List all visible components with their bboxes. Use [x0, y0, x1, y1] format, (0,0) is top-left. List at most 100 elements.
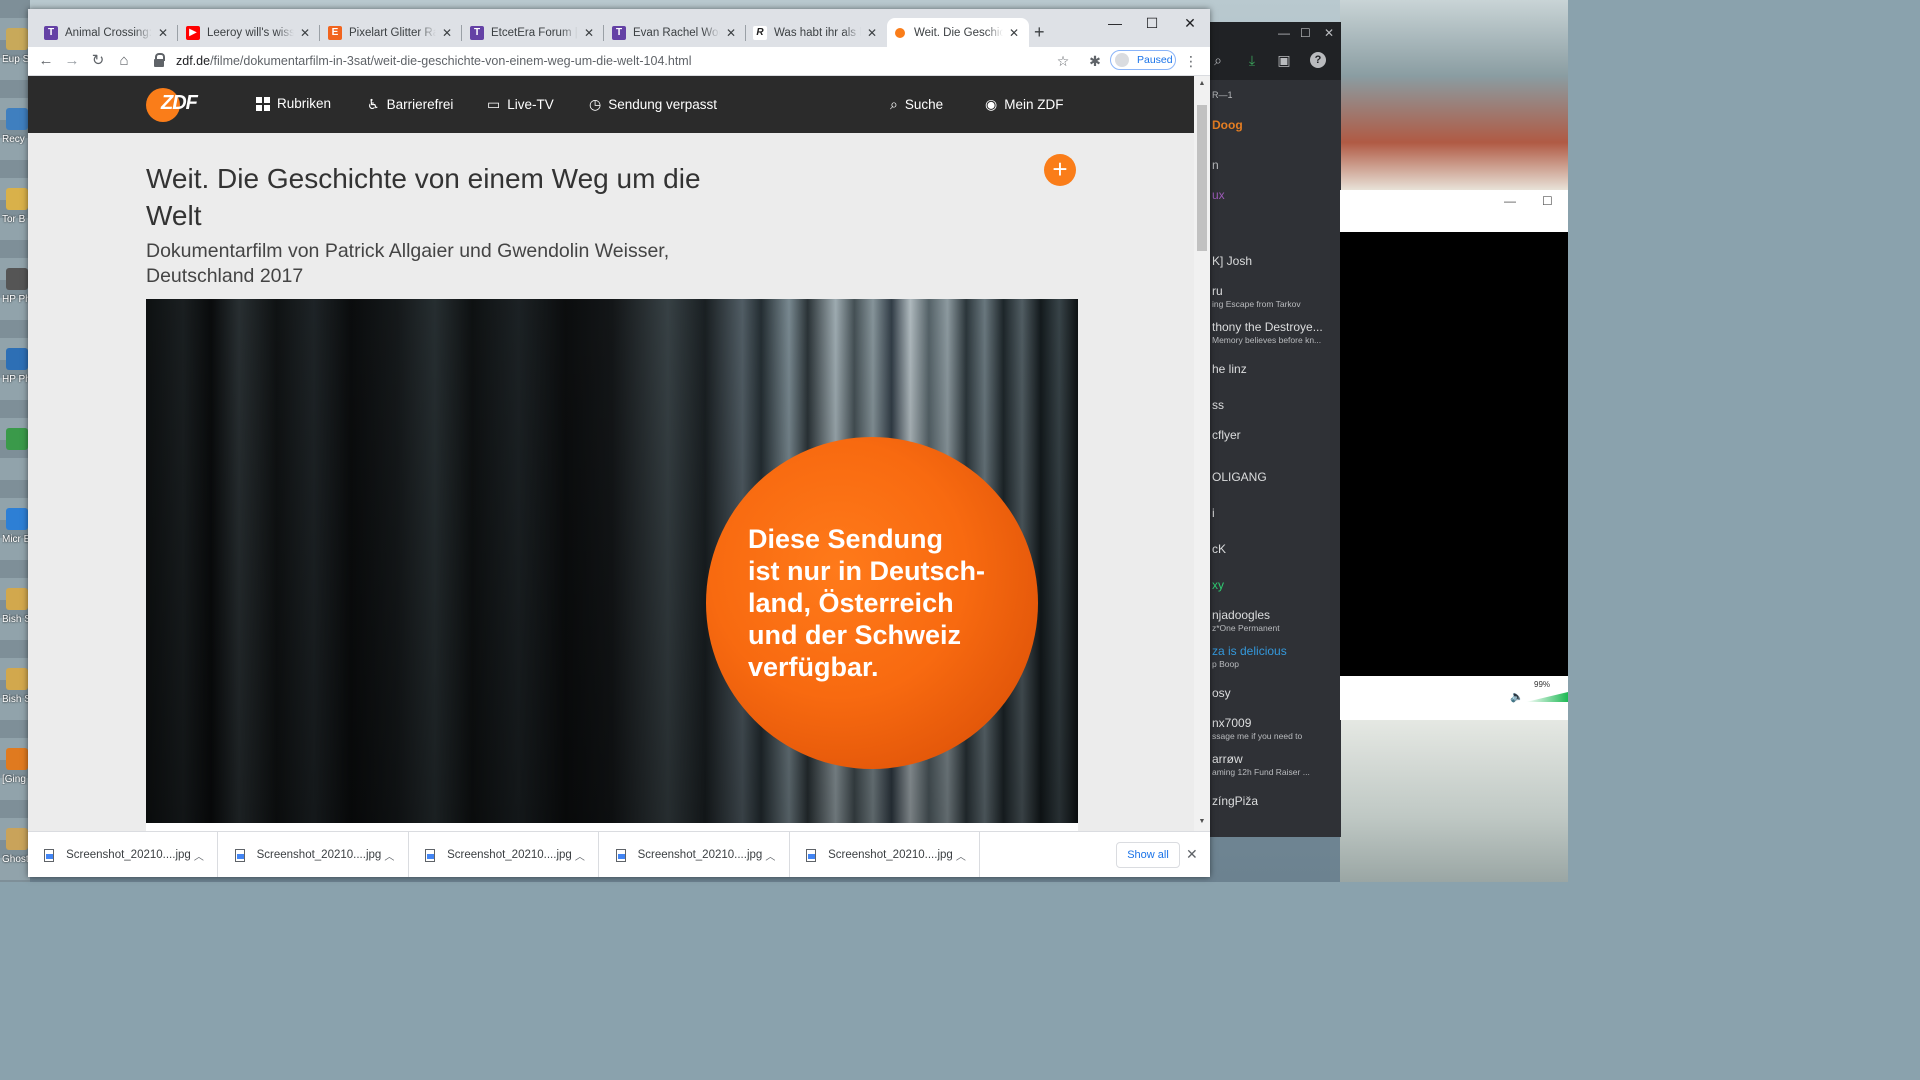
volume-slider[interactable] [1526, 692, 1568, 702]
scroll-down-icon[interactable]: ▼ [1194, 818, 1210, 825]
member-list-item[interactable]: R—1 [1212, 90, 1233, 100]
clock-icon: ◷ [589, 96, 602, 112]
close-icon[interactable]: ✕ [1186, 846, 1198, 863]
member-list-item[interactable]: Doog [1212, 118, 1243, 132]
tab-close-icon[interactable]: ✕ [865, 26, 879, 40]
member-list-item[interactable]: osy [1212, 686, 1231, 700]
nav-sendung-verpasst[interactable]: ◷ Sendung verpasst [589, 96, 717, 113]
desktop-shortcut[interactable]: Eup Seas [0, 22, 30, 84]
video-player[interactable]: Diese Sendung ist nur in Deutsch- land, … [146, 299, 1078, 823]
minimize-icon[interactable]: — [1504, 194, 1516, 208]
member-list-item[interactable]: thony the Destroye... Memory believes bef… [1212, 320, 1323, 345]
search-icon[interactable]: ⌕ [1210, 52, 1226, 68]
tab[interactable]: E Pixelart Glitter Rainb ✕ [320, 18, 462, 47]
menu-icon[interactable]: ⋮ [1182, 52, 1200, 70]
nav-live-tv[interactable]: ▭ Live-TV [487, 96, 554, 113]
member-list-item[interactable]: za is delicious p Boop [1212, 644, 1287, 669]
address-bar[interactable]: zdf.de/filme/dokumentarfilm-in-3sat/weit… [144, 49, 1080, 73]
member-status: p Boop [1212, 659, 1239, 669]
background-chat-app[interactable]: — ☐ ✕ ⌕ ⤓ ▣ ? R—1 Doog n ux K] Josh ru ing Esc… [1208, 22, 1341, 837]
close-icon[interactable]: ✕ [1178, 15, 1202, 32]
download-item[interactable]: Screenshot_20210....jpg ︿ [600, 832, 790, 877]
new-tab-button[interactable]: + [1034, 23, 1045, 41]
desktop-shortcut[interactable]: Tor B [0, 182, 30, 244]
member-list-item[interactable]: arrøw aming 12h Fund Raiser ... [1212, 752, 1310, 777]
desktop-shortcut[interactable]: HP Phot [0, 342, 30, 404]
maximize-icon[interactable]: ☐ [1300, 26, 1311, 40]
chevron-up-icon[interactable]: ︿ [762, 848, 778, 863]
tab-close-icon[interactable]: ✕ [298, 26, 312, 40]
desktop-shortcut[interactable]: Micr Ed [0, 502, 30, 564]
maximize-icon[interactable]: ☐ [1542, 194, 1553, 208]
member-list-item[interactable]: K] Josh [1212, 254, 1252, 268]
volume-icon[interactable]: 🔈 [1510, 690, 1524, 703]
home-icon[interactable]: ⌂ [115, 52, 133, 70]
profile-button[interactable]: Paused [1110, 50, 1176, 70]
nav-rubriken[interactable]: Rubriken [256, 96, 331, 111]
desktop-shortcut[interactable]: Recy [0, 102, 30, 164]
member-list-item[interactable]: OLIGANG [1212, 470, 1267, 484]
background-media-window[interactable]: — ☐ 🔈 99% [1340, 190, 1568, 720]
tab[interactable]: T Evan Rachel Wood o ✕ [604, 18, 746, 47]
desktop-shortcut[interactable]: Bish Sens [0, 582, 30, 644]
tab[interactable]: T EtcetEra Forum | Res ✕ [462, 18, 604, 47]
tab[interactable]: ▶ Leeroy will's wissen! ✕ [178, 18, 320, 47]
tab-close-icon[interactable]: ✕ [440, 26, 454, 40]
tab[interactable]: Weit. Die Geschichte ✕ [887, 18, 1029, 47]
download-item[interactable]: Screenshot_20210....jpg ︿ [219, 832, 409, 877]
help-icon[interactable]: ? [1310, 52, 1326, 68]
tab-close-icon[interactable]: ✕ [156, 26, 170, 40]
chevron-up-icon[interactable]: ︿ [572, 848, 588, 863]
minimize-icon[interactable]: — [1103, 15, 1127, 31]
desktop-shortcut[interactable]: HP Phot [0, 262, 30, 324]
member-list-item[interactable]: xy [1212, 578, 1224, 592]
member-list-item[interactable]: cK [1212, 542, 1226, 556]
minimize-icon[interactable]: — [1278, 26, 1290, 40]
extensions-icon[interactable]: ✱ [1086, 52, 1104, 70]
nav-mein-zdf[interactable]: ◉ Mein ZDF [985, 96, 1063, 113]
zdf-logo-text[interactable]: ZDF [161, 92, 198, 115]
add-to-list-button[interactable]: + [1044, 154, 1076, 186]
member-list-item[interactable]: ux [1212, 188, 1225, 202]
download-item[interactable]: Screenshot_20210....jpg ︿ [28, 832, 218, 877]
tab-close-icon[interactable]: ✕ [1007, 26, 1021, 40]
tab-close-icon[interactable]: ✕ [582, 26, 596, 40]
member-list-item[interactable]: cflyer [1212, 428, 1241, 442]
member-list-item[interactable]: n [1212, 158, 1219, 172]
desktop-shortcut[interactable]: Ghost [0, 822, 30, 882]
download-item[interactable]: Screenshot_20210....jpg ︿ [409, 832, 599, 877]
tab[interactable]: R Was habt ihr als letz ✕ [745, 18, 887, 47]
maximize-icon[interactable]: ☐ [1140, 15, 1164, 32]
desktop-shortcut[interactable] [0, 422, 30, 484]
forward-icon[interactable]: → [63, 52, 81, 70]
download-item[interactable]: Screenshot_20210....jpg ︿ [790, 832, 980, 877]
download-icon[interactable]: ⤓ [1244, 52, 1260, 68]
inbox-icon[interactable]: ▣ [1276, 52, 1292, 68]
member-list-item[interactable]: ss [1212, 398, 1224, 412]
nav-suche[interactable]: ⌕ Suche [890, 96, 943, 113]
desktop-shortcut[interactable]: Bish Sens [0, 662, 30, 724]
member-list-item[interactable]: nx7009 ssage me if you need to [1212, 716, 1302, 741]
reload-icon[interactable]: ↻ [89, 52, 107, 70]
bookmark-star-icon[interactable]: ☆ [1054, 52, 1072, 70]
close-icon[interactable]: ✕ [1324, 26, 1334, 40]
member-list-item[interactable]: njadoogles z*One Permanent [1212, 608, 1280, 633]
show-all-button[interactable]: Show all [1116, 842, 1180, 868]
member-list-item[interactable]: ru ing Escape from Tarkov [1212, 284, 1301, 309]
member-list-item[interactable]: i [1212, 506, 1215, 520]
chevron-up-icon[interactable]: ︿ [953, 848, 969, 863]
member-list-item[interactable]: zíngPiža [1212, 794, 1258, 808]
nav-barrierefrei[interactable]: ♿ Barrierefrei [367, 96, 453, 113]
member-list-item[interactable]: he linz [1212, 362, 1247, 376]
page-scrollbar[interactable]: ▲ ▼ [1194, 76, 1210, 831]
desktop-shortcut[interactable]: [Ging [0, 742, 30, 804]
lock-icon[interactable] [154, 53, 165, 67]
chevron-up-icon[interactable]: ︿ [191, 848, 207, 863]
scrollbar-thumb[interactable] [1197, 105, 1207, 251]
chevron-up-icon[interactable]: ︿ [381, 848, 397, 863]
tab-close-icon[interactable]: ✕ [724, 26, 738, 40]
url-text[interactable]: zdf.de/filme/dokumentarfilm-in-3sat/weit… [176, 54, 691, 68]
back-icon[interactable]: ← [37, 52, 55, 70]
scroll-up-icon[interactable]: ▲ [1194, 80, 1210, 87]
tab[interactable]: T Animal Crossing: Ne ✕ [36, 18, 178, 47]
